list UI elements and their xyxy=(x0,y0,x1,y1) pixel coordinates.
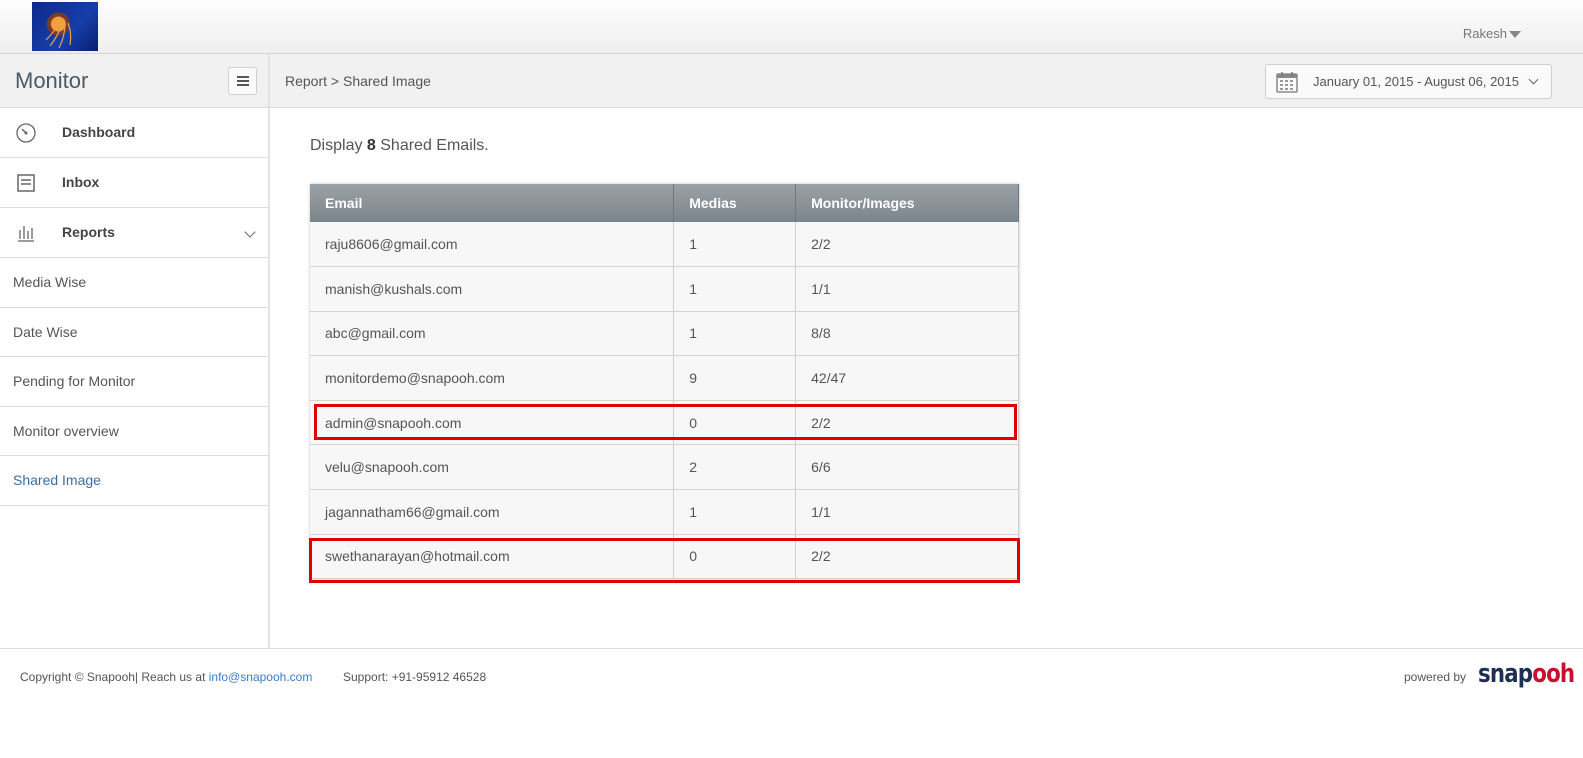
support-phone: Support: +91-95912 46528 xyxy=(343,670,487,684)
sidebar-item-inbox[interactable]: Inbox xyxy=(0,158,268,208)
snapooh-logo[interactable]: snapooh xyxy=(1478,659,1575,689)
cell-medias: 1 xyxy=(673,222,797,268)
highlight-box-admin-row xyxy=(314,404,1017,440)
sidebar-subitem-label: Pending for Monitor xyxy=(13,373,136,389)
summary-text: Display 8 Shared Emails. xyxy=(310,137,489,155)
sidebar-subitem-media-wise[interactable]: Media Wise xyxy=(0,258,268,308)
sidebar-subitem-date-wise[interactable]: Date Wise xyxy=(0,308,268,357)
table-row[interactable]: jagannatham66@gmail.com 1 1/1 xyxy=(310,489,1019,535)
copyright-text: Copyright © Snapooh| Reach us at info@sn… xyxy=(20,670,312,684)
table-row[interactable]: abc@gmail.com 1 8/8 xyxy=(310,311,1019,357)
sidebar-subitem-label: Date Wise xyxy=(13,323,78,340)
copyright-label: Copyright © Snapooh| Reach us at xyxy=(20,670,209,684)
speedometer-icon xyxy=(16,123,36,143)
table-header-row: Email Medias Monitor/Images xyxy=(310,184,1019,222)
cell-medias: 9 xyxy=(673,355,797,401)
breadcrumb: Report > Shared Image xyxy=(285,73,431,89)
cell-monitor-images: 6/6 xyxy=(795,444,1019,491)
cell-medias: 2 xyxy=(673,444,797,491)
summary-count: 8 xyxy=(366,137,376,154)
inbox-icon xyxy=(17,174,35,192)
app-logo[interactable] xyxy=(32,2,98,51)
cell-email: velu@snapooh.com xyxy=(310,444,675,491)
cell-monitor-images: 42/47 xyxy=(795,355,1019,401)
sidebar-subitem-label: Media Wise xyxy=(13,274,87,290)
cell-medias: 1 xyxy=(673,489,797,535)
powered-by-label: powered by xyxy=(1404,670,1467,684)
sidebar-item-label: Reports xyxy=(62,224,115,240)
footer: Copyright © Snapooh| Reach us at info@sn… xyxy=(0,648,1583,708)
sidebar-subitem-label: Monitor overview xyxy=(13,422,119,439)
cell-email: monitordemo@snapooh.com xyxy=(310,355,675,401)
cell-monitor-images: 2/2 xyxy=(795,222,1019,268)
sidebar: Monitor Dashboard Inbox Reports Media Wi… xyxy=(0,54,270,648)
sidebar-item-label: Inbox xyxy=(62,174,100,190)
cell-monitor-images: 1/1 xyxy=(795,489,1019,535)
sidebar-item-reports[interactable]: Reports xyxy=(0,208,268,258)
sidebar-item-dashboard[interactable]: Dashboard xyxy=(0,108,268,158)
table-row[interactable]: monitordemo@snapooh.com 9 42/47 xyxy=(310,355,1019,401)
sidebar-subitem-label: Shared Image xyxy=(13,472,101,488)
table-row[interactable]: velu@snapooh.com 2 6/6 xyxy=(310,444,1019,491)
breadcrumb-bar: Report > Shared Image January 01, 2015 -… xyxy=(270,54,1583,108)
cell-monitor-images: 1/1 xyxy=(795,266,1019,312)
summary-prefix: Display xyxy=(310,137,367,154)
calendar-icon xyxy=(1276,72,1298,93)
cell-email: abc@gmail.com xyxy=(310,311,675,357)
column-header-monitor-images[interactable]: Monitor/Images xyxy=(795,184,1019,222)
cell-email: manish@kushals.com xyxy=(310,266,675,312)
sidebar-title: Monitor xyxy=(15,68,89,93)
date-range-picker[interactable]: January 01, 2015 - August 06, 2015 xyxy=(1265,64,1552,99)
chevron-down-icon xyxy=(244,226,256,238)
bar-chart-icon xyxy=(18,226,34,242)
chevron-down-icon xyxy=(1528,74,1539,85)
shared-emails-table: Email Medias Monitor/Images raju8606@gma… xyxy=(310,184,1019,580)
table-row[interactable]: manish@kushals.com 1 1/1 xyxy=(310,266,1019,312)
highlight-box-swethanarayan-row xyxy=(309,538,1020,583)
summary-suffix: Shared Emails. xyxy=(375,137,489,154)
date-range-value: January 01, 2015 - August 06, 2015 xyxy=(1313,74,1519,89)
cell-medias: 1 xyxy=(673,266,797,312)
sidebar-item-label: Dashboard xyxy=(62,124,136,140)
hamburger-menu-button[interactable] xyxy=(228,67,257,95)
cell-medias: 1 xyxy=(673,311,797,357)
table-row[interactable]: raju8606@gmail.com 1 2/2 xyxy=(310,222,1019,268)
sidebar-subitem-monitor-overview[interactable]: Monitor overview xyxy=(0,407,268,456)
user-menu-caret-icon[interactable] xyxy=(1509,31,1521,38)
contact-email-link[interactable]: info@snapooh.com xyxy=(209,670,313,684)
column-header-medias[interactable]: Medias xyxy=(673,184,797,222)
brand-part2: ooh xyxy=(1532,659,1575,689)
cell-monitor-images: 8/8 xyxy=(795,311,1019,357)
user-menu[interactable]: Rakesh xyxy=(1463,26,1507,41)
sidebar-subitem-pending-for-monitor[interactable]: Pending for Monitor xyxy=(0,357,268,407)
sidebar-header: Monitor xyxy=(0,54,268,108)
column-header-email[interactable]: Email xyxy=(310,184,675,222)
top-header: Rakesh xyxy=(0,0,1583,54)
cell-email: raju8606@gmail.com xyxy=(310,222,675,268)
cell-email: jagannatham66@gmail.com xyxy=(310,489,675,535)
brand-part1: snap xyxy=(1478,659,1533,689)
sidebar-subitem-shared-image[interactable]: Shared Image xyxy=(0,456,268,506)
